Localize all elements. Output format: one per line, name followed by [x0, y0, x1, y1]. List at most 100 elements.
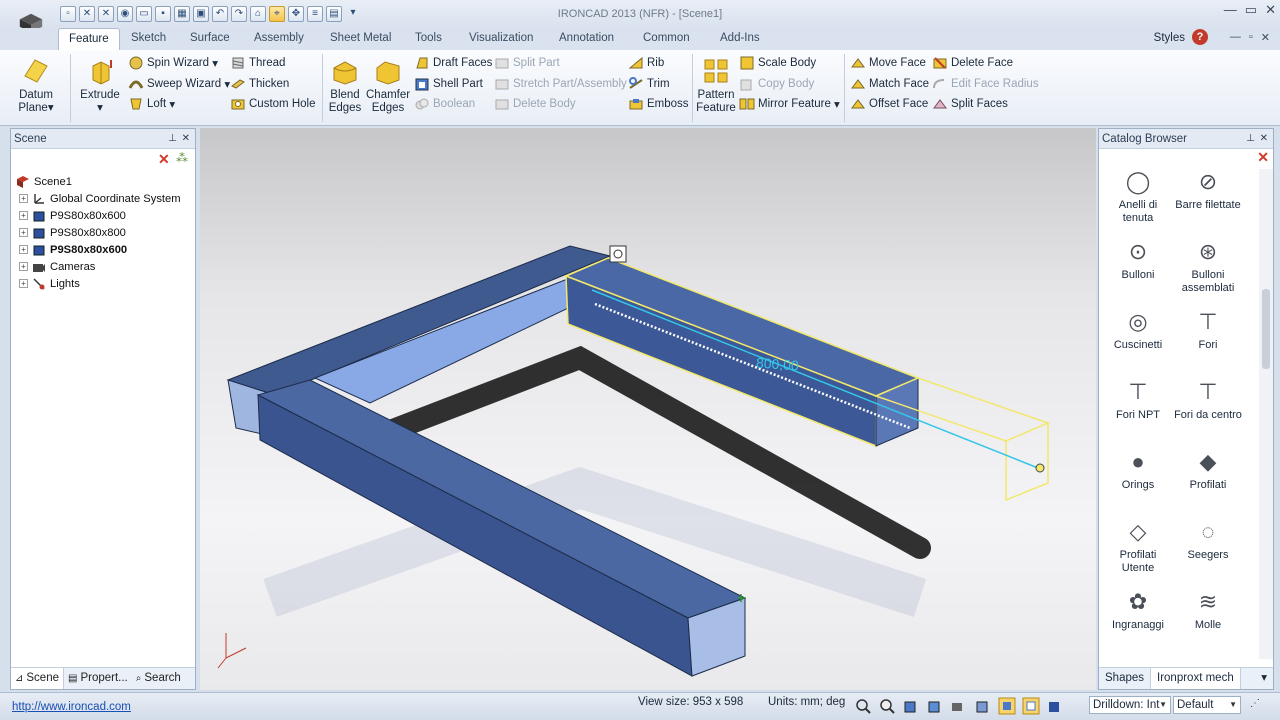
window-icon[interactable]: ▤ [326, 6, 342, 22]
clear-filter-icon[interactable]: ✕ [158, 151, 170, 168]
catalog-menu-icon[interactable]: ▾ [1255, 668, 1273, 689]
tree-item-cameras[interactable]: + Cameras [11, 258, 195, 275]
catalog-item[interactable]: ◌ Seegers [1173, 519, 1243, 581]
extrude-handle[interactable] [1035, 463, 1045, 473]
home-icon[interactable]: ⌂ [250, 6, 266, 22]
scrollbar-thumb[interactable] [1262, 289, 1270, 369]
tab-visualization[interactable]: Visualization [469, 28, 533, 50]
dimension-value[interactable]: 800,00 [755, 355, 799, 374]
expand-icon[interactable]: + [19, 211, 28, 220]
catalog-item[interactable]: ● Orings [1103, 449, 1173, 511]
catalog-scrollbar[interactable] [1259, 169, 1273, 659]
delete-body-button[interactable]: Delete Body [494, 95, 576, 113]
catalog-item[interactable]: ⊘ Barre filettate [1173, 169, 1243, 231]
tab-sheet-metal[interactable]: Sheet Metal [330, 28, 391, 50]
tree-item-lights[interactable]: + Lights [11, 275, 195, 292]
tab-common[interactable]: Common [643, 28, 690, 50]
tab-sketch[interactable]: Sketch [131, 28, 166, 50]
filter-icon[interactable]: ⁂ [176, 151, 188, 165]
select-icon[interactable]: ⌖ [269, 6, 285, 22]
match-face-button[interactable]: Match Face [850, 75, 929, 93]
status-resize-icon[interactable]: ⋰ [1250, 698, 1260, 709]
blend-edges-button[interactable]: Blend Edges [326, 56, 364, 115]
copy-body-button[interactable]: Copy Body [739, 75, 814, 93]
tab-scene[interactable]: ⊿ Scene [11, 668, 64, 689]
custom-hole-button[interactable]: Custom Hole [230, 95, 315, 113]
ribbon-minimize-button[interactable]: — [1230, 31, 1241, 44]
close-button[interactable]: ✕ [1265, 2, 1276, 18]
catalog-item[interactable]: ⊙ Bulloni [1103, 239, 1173, 301]
split-faces-button[interactable]: Split Faces [932, 95, 1008, 113]
datum-plane-button[interactable]: Datum Plane▾ [14, 56, 58, 115]
delete-face-button[interactable]: Delete Face [932, 54, 1013, 72]
rib-button[interactable]: Rib [628, 54, 664, 72]
3d-viewport[interactable]: 800,00 [200, 128, 1096, 690]
tab-ironproxt-mech[interactable]: Ironproxt mech [1150, 668, 1241, 689]
shell-part-button[interactable]: Shell Part [414, 75, 483, 93]
catalog-item[interactable]: ⊤ Fori da centro [1173, 379, 1243, 441]
styles-menu[interactable]: Styles [1154, 32, 1185, 44]
loft-button[interactable]: Loft ▾ [128, 95, 175, 113]
print-icon[interactable]: ▣ [193, 6, 209, 22]
catalog-remove-icon[interactable]: ✕ [1257, 149, 1269, 166]
save-icon[interactable]: ▪ [155, 6, 171, 22]
new-scene-icon[interactable]: ✕ [79, 6, 95, 22]
save-all-icon[interactable]: ▦ [174, 6, 190, 22]
expand-icon[interactable]: + [19, 262, 28, 271]
draft-faces-button[interactable]: Draft Faces [414, 54, 492, 72]
expand-icon[interactable]: + [19, 279, 28, 288]
panel-close-icon[interactable]: ✕ [182, 129, 190, 149]
tab-tools[interactable]: Tools [415, 28, 442, 50]
ironcad-link[interactable]: http://www.ironcad.com [12, 701, 131, 713]
tab-shapes[interactable]: Shapes [1099, 668, 1150, 689]
qat-more-icon[interactable]: ▾ [345, 6, 361, 22]
redo-icon[interactable]: ↷ [231, 6, 247, 22]
catalog-item[interactable]: ◆ Profilati [1173, 449, 1243, 511]
pattern-feature-button[interactable]: Pattern Feature [696, 56, 736, 115]
mirror-feature-button[interactable]: Mirror Feature ▾ [739, 95, 840, 113]
edit-face-radius-button[interactable]: Edit Face Radius [932, 75, 1039, 93]
catalog-item[interactable]: ◯ Anelli di tenuta [1103, 169, 1173, 231]
zoom-fit-icon[interactable] [878, 697, 896, 715]
catalog-item[interactable]: ⊤ Fori [1173, 309, 1243, 371]
tab-add-ins[interactable]: Add-Ins [720, 28, 760, 50]
new-icon[interactable]: ▫ [60, 6, 76, 22]
tab-search[interactable]: ⌕ Search [132, 668, 185, 689]
catalog-item[interactable]: ◎ Cuscinetti [1103, 309, 1173, 371]
style-select[interactable]: Default ▼ [1173, 696, 1241, 714]
sweep-wizard-button[interactable]: Sweep Wizard ▾ [128, 75, 230, 93]
scale-body-button[interactable]: Scale Body [739, 54, 816, 72]
tab-surface[interactable]: Surface [190, 28, 230, 50]
help-icon[interactable]: ? [1192, 29, 1208, 45]
offset-face-button[interactable]: Offset Face [850, 95, 928, 113]
expand-icon[interactable]: + [19, 194, 28, 203]
view-box-icon[interactable] [926, 697, 944, 715]
expand-icon[interactable]: + [19, 245, 28, 254]
ribbon-close-button[interactable]: ✕ [1261, 31, 1270, 44]
tree-item-part[interactable]: + P9S80x80x800 [11, 224, 195, 241]
list-icon[interactable]: ≡ [307, 6, 323, 22]
tab-feature[interactable]: Feature [58, 28, 120, 50]
thread-button[interactable]: Thread [230, 54, 285, 72]
tab-assembly[interactable]: Assembly [254, 28, 304, 50]
tree-item-part-selected[interactable]: + P9S80x80x600 [11, 241, 195, 258]
chamfer-edges-button[interactable]: Chamfer Edges [366, 56, 410, 115]
camera-view-icon[interactable] [950, 697, 968, 715]
catalog-item[interactable]: ✿ Ingranaggi [1103, 589, 1173, 651]
stretch-part-button[interactable]: Stretch Part/Assembly [494, 75, 627, 93]
catalog-item[interactable]: ≋ Molle [1173, 589, 1243, 651]
split-part-button[interactable]: Split Part [494, 54, 560, 72]
triball-handle[interactable] [609, 245, 627, 263]
undo-icon[interactable]: ↶ [212, 6, 228, 22]
spin-wizard-button[interactable]: Spin Wizard ▾ [128, 54, 218, 72]
zoom-icon[interactable] [854, 697, 872, 715]
maximize-button[interactable]: ▭ [1245, 2, 1257, 18]
new-drawing-icon[interactable]: ✕ [98, 6, 114, 22]
catalog-close-icon[interactable]: ✕ [1260, 129, 1268, 149]
shaded-view-icon[interactable] [998, 697, 1016, 715]
catalog-pin-icon[interactable]: ⊥ [1246, 129, 1255, 149]
pin-icon[interactable]: ⊥ [168, 129, 177, 149]
render-view-icon[interactable] [1022, 697, 1040, 715]
ribbon-restore-button[interactable]: ▫ [1249, 31, 1253, 44]
boolean-button[interactable]: Boolean [414, 95, 475, 113]
